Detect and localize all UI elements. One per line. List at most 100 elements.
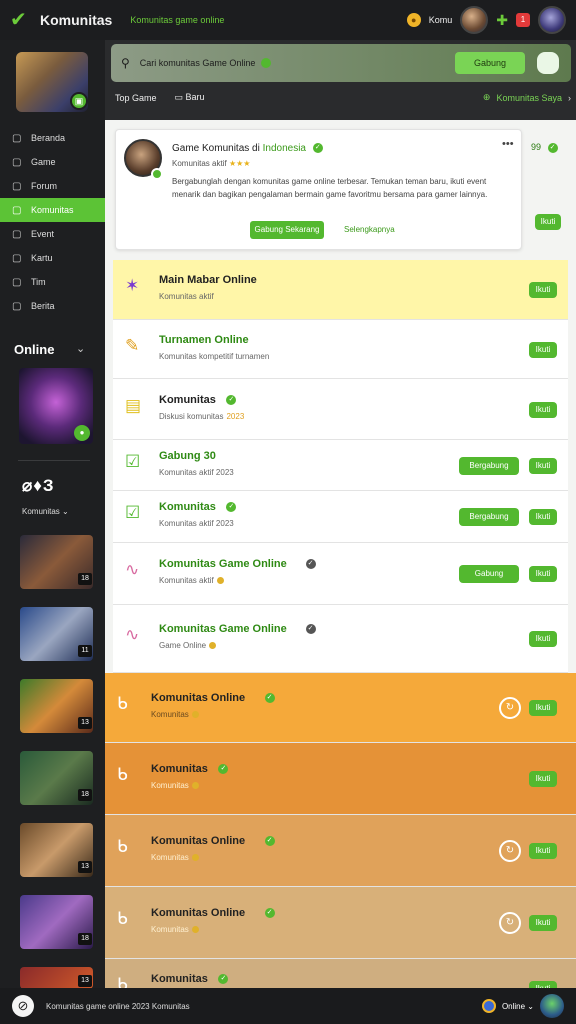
follow-pill[interactable]: Ikuti [529,843,557,859]
tab-top-game[interactable]: Top Game [115,93,157,103]
community-title[interactable]: Gabung 30 [159,450,216,462]
list-item[interactable]: ᑲ Komunitas ✓ Komunitas Ikuti [105,743,576,815]
community-title[interactable]: Komunitas [159,501,216,513]
community-title[interactable]: Main Mabar Online [159,274,257,286]
sidebar-divider [18,460,90,461]
puzzle-icon[interactable]: ✚ [496,12,508,29]
logo-icon[interactable]: ✔ [10,9,32,31]
list-item[interactable]: ☑ Gabung 30 Komunitas aktif 2023 Bergabung I… [113,440,568,491]
follow-pill[interactable]: Ikuti [529,915,557,931]
list-item[interactable]: ᑲ Komunitas Online ✓ Komunitas ↻ Ikuti [105,815,576,887]
row-action-button[interactable]: Bergabung [459,508,519,526]
follow-pill[interactable]: Ikuti [529,509,557,525]
follow-pill[interactable]: Ikuti [529,631,557,647]
community-meta-text: Komunitas [151,853,189,862]
sidebar-item-6[interactable]: ▢ Tim [0,270,105,294]
row-action-button[interactable]: Bergabung [459,456,519,475]
status-icon [481,999,496,1013]
sidebar-item-2[interactable]: ▢ Forum [0,174,105,198]
list-item[interactable]: ᑲ Komunitas Online ✓ Komunitas ↻ Ikuti [105,673,576,743]
community-meta: Diskusi komunitas 2023 [159,412,244,421]
sidebar-item-4[interactable]: ▢ Event [0,222,105,246]
list-item[interactable]: ✶ Main Mabar Online Komunitas aktif Ikuti [113,260,568,320]
verified-icon: ✓ [305,559,316,569]
follow-pill[interactable]: Ikuti [535,214,561,230]
user-avatar[interactable] [460,6,489,34]
sidebar-dropdown[interactable]: Komunitas ⌄ [22,507,69,516]
follow-pill[interactable]: Ikuti [529,457,557,474]
community-title[interactable]: Turnamen Online [159,334,249,346]
brand-subtitle: Komunitas game online [130,15,225,25]
sidebar-item-7[interactable]: ▢ Berita [0,294,105,318]
community-title[interactable]: Komunitas [159,394,216,406]
thumb-badge: 18 [78,789,92,801]
search-input[interactable]: Cari komunitas Game Online [140,58,256,68]
refresh-icon[interactable]: ↻ [499,912,521,934]
community-title[interactable]: Komunitas Online [151,907,245,919]
community-title[interactable]: Komunitas Online [151,692,245,704]
verified-icon: ✓ [305,624,316,634]
community-title[interactable]: Komunitas Game Online [159,623,287,635]
community-title[interactable]: Komunitas Online [151,835,245,847]
chevron-down-icon[interactable]: ⌄ [76,342,85,355]
footer-avatar[interactable] [540,994,564,1018]
list-item[interactable]: ∿ Komunitas Game Online ✓ Game Online Ikuti [113,605,568,673]
community-icon: ✶ [125,276,140,295]
thumb-badge: 18 [78,933,92,945]
row-action-button[interactable]: Gabung [459,565,519,583]
follow-pill[interactable]: Ikuti [529,700,557,716]
sidebar-item-0[interactable]: ▢ Beranda [0,126,105,150]
follow-pill[interactable]: Ikuti [529,341,557,358]
profile-avatar[interactable] [538,6,566,34]
community-title[interactable]: Komunitas Game Online [159,558,287,570]
follow-pill[interactable]: Ikuti [529,981,557,988]
featured-title-highlight: Indonesia [262,143,306,154]
member-count-value: 99 [531,142,542,152]
list-item[interactable]: ᑲ Komunitas Online ✓ Komunitas ↻ Ikuti [105,887,576,959]
team-icon: ▢ [12,276,22,288]
follow-pill[interactable]: Ikuti [529,401,557,418]
my-communities-link[interactable]: ⊕ Komunitas Saya › [483,92,571,103]
sidebar-item-1[interactable]: ▢ Game [0,150,105,174]
follow-pill[interactable]: Ikuti [529,566,557,582]
card-icon: ▢ [12,252,22,264]
tab-new-label: Baru [185,92,205,102]
status-dropdown[interactable]: Online ⌄ [502,1002,534,1011]
footer-logo-icon[interactable]: ⊘ [12,995,34,1017]
join-now-button[interactable]: Gabung Sekarang [250,221,324,239]
hero-twitch-icon: ▣ [70,92,88,110]
verified-icon: ✓ [218,764,229,774]
verified-icon: ✓ [547,142,558,153]
search-bar[interactable]: ⚲ Cari komunitas Game Online Gabung [111,44,571,82]
follow-pill[interactable]: Ikuti [529,771,557,787]
verified-icon: ✓ [264,908,275,918]
list-item[interactable]: ☑ Komunitas ✓ Komunitas aktif 2023 Bergabung… [113,491,568,543]
thumb-badge: 13 [78,717,92,729]
list-item[interactable]: ▤ Komunitas ✓ Diskusi komunitas 2023 Ikuti [113,379,568,440]
sub-tabs: Top Game ▭ Baru ⊕ Komunitas Saya › [115,92,571,103]
follow-pill[interactable]: Ikuti [529,282,557,298]
thumb-badge: 13 [78,861,92,873]
tab-new[interactable]: ▭ Baru [175,92,205,103]
coin-dot-icon [191,782,199,790]
community-title[interactable]: Komunitas [151,973,208,985]
join-button[interactable]: Gabung [455,52,525,74]
verified-icon [261,58,272,68]
read-more-link[interactable]: Selengkapnya [344,225,395,234]
list-item[interactable]: ✎ Turnamen Online Komunitas kompetitif tur… [113,320,568,379]
chevron-right-icon: › [568,92,571,103]
more-options-icon[interactable]: ••• [502,138,514,150]
community-title[interactable]: Komunitas [151,763,208,775]
brand-name[interactable]: Komunitas [40,12,112,28]
refresh-icon[interactable]: ↻ [499,697,521,719]
list-item[interactable]: ∿ Komunitas Game Online ✓ Komunitas aktif Ga… [113,543,568,605]
featured-rating-text: Komunitas aktif [172,159,227,168]
refresh-icon[interactable]: ↻ [499,840,521,862]
sidebar-item-3[interactable]: ▢ Komunitas [0,198,105,222]
coin-dot-icon [191,711,199,719]
chat-bubble-icon[interactable] [537,52,559,74]
coin-label[interactable]: Komu [429,15,453,25]
list-item[interactable]: ᑲ Komunitas ✓ Ikuti [105,959,576,988]
sidebar-item-5[interactable]: ▢ Kartu [0,246,105,270]
notification-badge[interactable]: 1 [516,13,530,27]
